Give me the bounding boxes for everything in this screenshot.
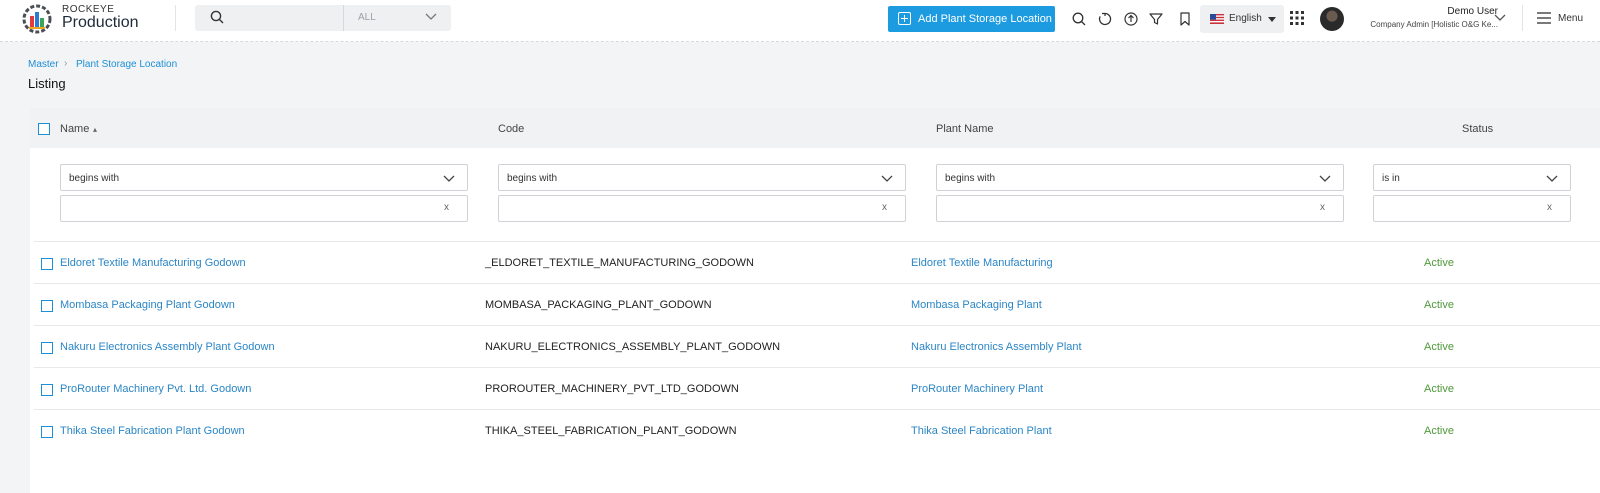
search-scope-dropdown[interactable]: ALL (343, 5, 451, 31)
plant-name-filter-input[interactable]: x (936, 195, 1344, 222)
search-icon (210, 10, 224, 24)
search-input[interactable] (231, 8, 331, 28)
column-header-code[interactable]: Code (498, 123, 524, 135)
user-role: Company Admin [Holistic O&G Ke... (1370, 20, 1498, 29)
row-plant-link[interactable]: Nakuru Electronics Assembly Plant (911, 341, 1082, 353)
header-divider (1522, 5, 1523, 31)
row-name-link[interactable]: Eldoret Textile Manufacturing Godown (60, 257, 246, 269)
filter-operator-label: begins with (945, 173, 996, 184)
row-code: MOMBASA_PACKAGING_PLANT_GODOWN (485, 299, 712, 311)
breadcrumb-master[interactable]: Master (28, 59, 59, 70)
refresh-icon[interactable] (1097, 11, 1113, 27)
clear-filter-button[interactable]: x (882, 202, 887, 213)
app-logo-icon[interactable] (22, 3, 52, 35)
add-plant-storage-location-button[interactable]: Add Plant Storage Location (888, 6, 1055, 32)
status-filter-operator[interactable]: is in (1373, 164, 1571, 191)
status-badge: Active (1424, 341, 1454, 353)
clear-filter-button[interactable]: x (1320, 202, 1325, 213)
row-plant-link[interactable]: ProRouter Machinery Plant (911, 383, 1043, 395)
table-row[interactable]: Nakuru Electronics Assembly Plant Godown… (34, 325, 1600, 367)
status-badge: Active (1424, 257, 1454, 269)
row-code: NAKURU_ELECTRONICS_ASSEMBLY_PLANT_GODOWN (485, 341, 781, 353)
row-checkbox[interactable] (41, 426, 53, 438)
table-row[interactable]: Mombasa Packaging Plant Godown MOMBASA_P… (34, 283, 1600, 325)
row-checkbox[interactable] (41, 384, 53, 396)
avatar[interactable] (1320, 7, 1344, 31)
chevron-down-icon (425, 13, 437, 20)
row-checkbox[interactable] (41, 342, 53, 354)
column-header-name[interactable]: Name (60, 123, 89, 135)
status-badge: Active (1424, 425, 1454, 437)
chevron-down-icon (1319, 175, 1331, 182)
table-row[interactable]: ProRouter Machinery Pvt. Ltd. Godown PRO… (34, 367, 1600, 409)
upload-icon[interactable] (1123, 11, 1139, 27)
select-all-checkbox[interactable] (38, 123, 50, 135)
app-title: Production (62, 14, 139, 31)
language-selector[interactable]: English (1200, 5, 1284, 33)
filter-operator-label: is in (1382, 173, 1400, 184)
top-bar: ROCKEYE Production ALL Add Plant Storage… (0, 0, 1600, 42)
row-name-link[interactable]: Mombasa Packaging Plant Godown (60, 299, 235, 311)
filter-icon[interactable] (1148, 11, 1164, 27)
bookmark-icon[interactable] (1177, 11, 1193, 27)
table-row[interactable]: Eldoret Textile Manufacturing Godown _EL… (34, 241, 1600, 283)
row-code: PROROUTER_MACHINERY_PVT_LTD_GODOWN (485, 383, 739, 395)
chevron-down-icon[interactable] (1494, 14, 1506, 22)
page-title: Listing (28, 76, 66, 91)
row-checkbox[interactable] (41, 300, 53, 312)
filter-operator-label: begins with (69, 173, 120, 184)
name-filter-input[interactable]: x (60, 195, 468, 222)
menu-label[interactable]: Menu (1558, 13, 1583, 24)
row-checkbox[interactable] (41, 258, 53, 270)
user-name[interactable]: Demo User (1350, 6, 1498, 17)
breadcrumb-separator-icon: › (64, 58, 68, 69)
table-header: Name ▴ Code Plant Name Status (30, 108, 1600, 148)
row-plant-link[interactable]: Mombasa Packaging Plant (911, 299, 1042, 311)
row-plant-link[interactable]: Eldoret Textile Manufacturing (911, 257, 1053, 269)
row-name-link[interactable]: Nakuru Electronics Assembly Plant Godown (60, 341, 275, 353)
clear-filter-button[interactable]: x (1547, 202, 1552, 213)
apps-grid-icon[interactable] (1290, 11, 1304, 25)
column-header-status[interactable]: Status (1462, 123, 1493, 135)
status-filter-input[interactable]: x (1373, 195, 1571, 222)
caret-down-icon (1268, 17, 1276, 22)
row-name-link[interactable]: Thika Steel Fabrication Plant Godown (60, 425, 245, 437)
table-row[interactable]: Thika Steel Fabrication Plant Godown THI… (34, 409, 1600, 451)
row-name-link[interactable]: ProRouter Machinery Pvt. Ltd. Godown (60, 383, 251, 395)
chevron-down-icon (881, 175, 893, 182)
search-icon[interactable] (1071, 11, 1087, 27)
name-filter-operator[interactable]: begins with (60, 164, 468, 191)
row-code: _ELDORET_TEXTILE_MANUFACTURING_GODOWN (485, 257, 754, 269)
code-filter-input[interactable]: x (498, 195, 906, 222)
row-plant-link[interactable]: Thika Steel Fabrication Plant (911, 425, 1052, 437)
listing-table: Name ▴ Code Plant Name Status begins wit… (30, 108, 1600, 493)
us-flag-icon (1210, 14, 1224, 24)
breadcrumb-plant-storage-location[interactable]: Plant Storage Location (76, 59, 177, 70)
header-divider (175, 5, 176, 31)
chevron-down-icon (443, 175, 455, 182)
language-label: English (1229, 13, 1262, 24)
chevron-down-icon (1546, 175, 1558, 182)
code-filter-operator[interactable]: begins with (498, 164, 906, 191)
filter-operator-label: begins with (507, 173, 558, 184)
plus-icon (898, 12, 911, 25)
status-badge: Active (1424, 383, 1454, 395)
add-button-label: Add Plant Storage Location (918, 13, 1052, 25)
sort-icon[interactable]: ▴ (93, 125, 97, 134)
search-scope-label: ALL (358, 12, 376, 23)
plant-name-filter-operator[interactable]: begins with (936, 164, 1344, 191)
clear-filter-button[interactable]: x (444, 202, 449, 213)
status-badge: Active (1424, 299, 1454, 311)
menu-icon[interactable] (1537, 12, 1551, 24)
column-header-plant-name[interactable]: Plant Name (936, 123, 993, 135)
row-code: THIKA_STEEL_FABRICATION_PLANT_GODOWN (485, 425, 737, 437)
